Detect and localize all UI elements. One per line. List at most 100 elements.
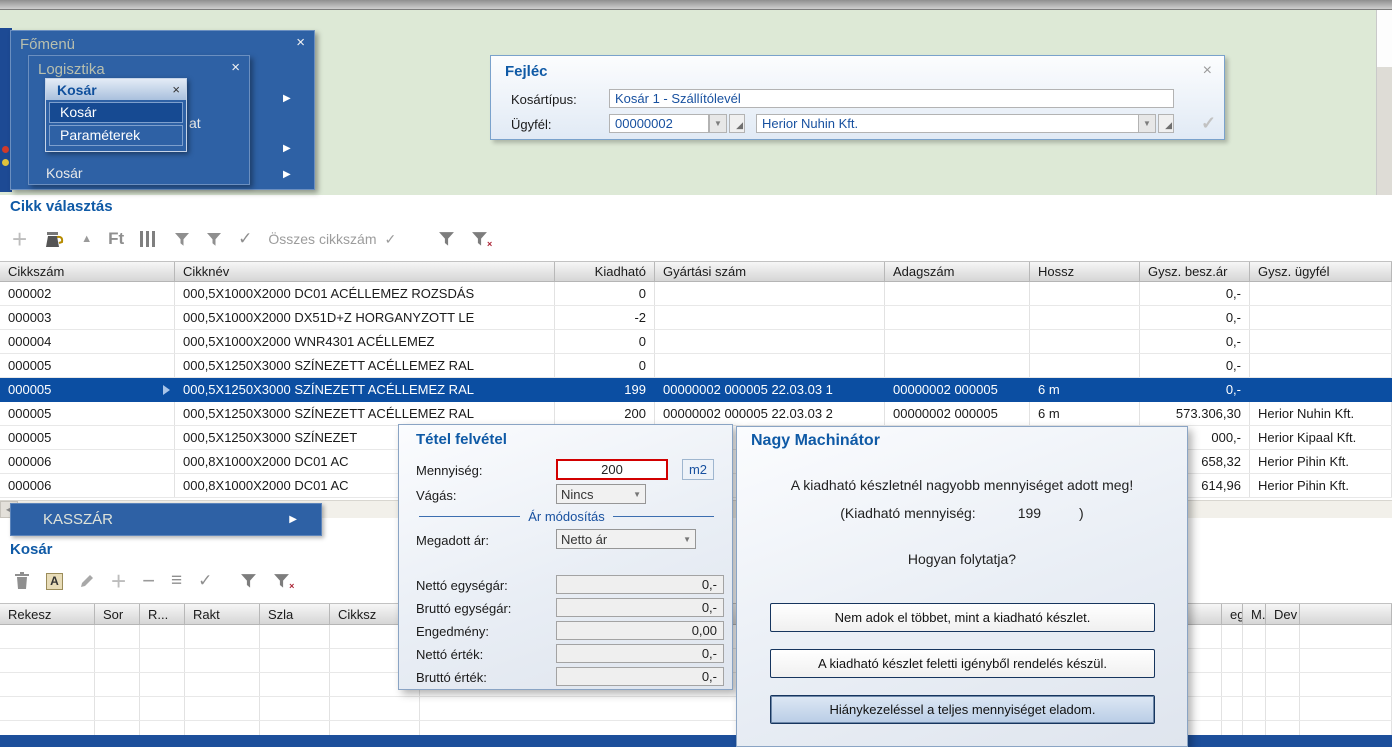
table-cell [885,330,1030,353]
add-item-icon[interactable]: + [12,224,27,255]
option-button-shortage-handling[interactable]: Hiánykezeléssel a teljes mennyiséget ela… [770,695,1155,724]
ugyfel-name-field[interactable]: Herior Nuhin Kft. [756,114,1156,133]
edit-pencil-icon[interactable] [79,573,95,589]
filter-clear-icon[interactable]: × [471,231,488,247]
table-cell [1243,649,1266,672]
jug-icon[interactable] [43,229,65,249]
column-header[interactable]: R... [140,604,185,624]
table-cell: 000,5X1250X3000 SZÍNEZETT ACÉLLEMEZ RAL [175,402,555,425]
table-cell [185,697,260,720]
table-cell [0,697,95,720]
option-button-no-oversell[interactable]: Nem adok el többet, mint a kiadható kész… [770,603,1155,632]
osszes-cikkszam-label[interactable]: Összes cikkszám [268,231,376,247]
table-cell [1266,697,1300,720]
list-icon[interactable]: ≡ [171,570,182,592]
confirm-check-icon[interactable]: ✓ [238,229,252,249]
table-cell: 000005 [0,378,175,401]
column-header[interactable]: Gyártási szám [655,262,885,281]
table-cell: 0 [555,282,655,305]
table-cell: 6 m [1030,378,1140,401]
column-header[interactable]: Adagszám [885,262,1030,281]
filter-icon[interactable] [174,232,190,247]
ugyfel-code-dropdown-button[interactable]: ▼ [709,114,727,133]
close-icon[interactable]: × [1203,62,1212,80]
brutto-ertek-value[interactable]: 0,- [556,667,724,686]
kosartipus-field[interactable]: Kosár 1 - Szállítólevél [609,89,1174,108]
table-cell [1222,625,1243,648]
column-header[interactable]: Dev [1266,604,1300,624]
corner-icon: ◢ [736,120,743,131]
ugyfel-code-field[interactable]: 00000002 [609,114,709,133]
column-header[interactable] [1300,604,1392,624]
filter-special-icon[interactable] [438,231,455,247]
ugyfel-name-lookup-button[interactable]: ◢ [1158,114,1174,133]
background-scrollbar[interactable] [1376,67,1392,195]
confirm-check-icon[interactable]: ✓ [198,571,212,591]
column-header[interactable]: eg [1222,604,1243,624]
forint-icon[interactable]: Ft [108,229,124,249]
sort-up-icon[interactable]: ▲ [81,233,92,245]
column-header[interactable]: M.e. [1243,604,1266,624]
table-cell [1300,673,1392,696]
megadott-ar-select[interactable]: Netto ár ▼ [556,529,696,549]
vagas-label: Vágás: [416,488,456,503]
menu-item-fragment[interactable]: at [189,115,201,131]
close-icon[interactable]: × [231,61,240,75]
vagas-select[interactable]: Nincs ▼ [556,484,646,504]
ugyfel-name-dropdown-button[interactable]: ▼ [1138,114,1156,133]
filter-clear-icon[interactable]: × [273,573,290,589]
engedmeny-value[interactable]: 0,00 [556,621,724,640]
column-header[interactable]: Kiadható [555,262,655,281]
column-header[interactable]: Cikknév [175,262,555,281]
table-cell: 000,5X1000X2000 WNR4301 ACÉLLEMEZ [175,330,555,353]
netto-egysegar-value[interactable]: 0,- [556,575,724,594]
brutto-egysegar-value[interactable]: 0,- [556,598,724,617]
kasszar-menu-item[interactable]: KASSZÁR ▶ [10,503,322,536]
remove-row-icon[interactable]: − [142,568,155,594]
confirm-check-icon[interactable]: ✓ [1201,113,1216,134]
kosar-submenu-title: Kosár [57,82,97,98]
cikk-table-header: CikkszámCikknévKiadhatóGyártási számAdag… [0,261,1392,282]
table-cell: Herior Pihin Kft. [1250,450,1392,473]
column-header[interactable]: Gysz. ügyfél [1250,262,1392,281]
close-icon[interactable]: × [172,82,180,97]
columns-icon[interactable] [140,231,158,247]
tetel-felvetel-dialog: Tétel felvétel Mennyiség: m2 Vágás: Ninc… [398,424,733,690]
column-header[interactable]: Szla [260,604,330,624]
table-row[interactable]: 000004000,5X1000X2000 WNR4301 ACÉLLEMEZ0… [0,330,1392,354]
column-header[interactable]: Rekesz [0,604,95,624]
red-dot-icon [2,146,9,153]
column-header[interactable]: Gysz. besz.ár [1140,262,1250,281]
table-cell: 000,5X1250X3000 SZÍNEZETT ACÉLLEMEZ RAL [175,354,555,377]
submenu-item-kosar[interactable]: Kosár [49,102,183,123]
table-cell [185,649,260,672]
table-row[interactable]: 000005000,5X1250X3000 SZÍNEZETT ACÉLLEME… [0,354,1392,378]
table-cell: 200 [555,402,655,425]
mennyiseg-input[interactable] [556,459,668,480]
filter-apply-icon[interactable] [206,232,222,247]
table-cell [1222,673,1243,696]
netto-ertek-value[interactable]: 0,- [556,644,724,663]
add-row-icon[interactable]: + [111,566,126,597]
autotext-icon[interactable]: A [46,573,63,590]
table-row[interactable]: 000005000,5X1250X3000 SZÍNEZETT ACÉLLEME… [0,402,1392,426]
column-header[interactable]: Sor [95,604,140,624]
column-header[interactable]: Cikkszám [0,262,175,281]
submenu-item-parameterek[interactable]: Paraméterek [49,125,183,146]
table-cell [1250,354,1392,377]
column-header[interactable]: Hossz [1030,262,1140,281]
trash-icon[interactable] [14,572,30,590]
check-icon: ✓ [385,231,397,248]
filter-special-icon[interactable] [240,573,257,589]
column-header[interactable]: Rakt [185,604,260,624]
table-row[interactable]: 000002000,5X1000X2000 DC01 ACÉLLEMEZ ROZ… [0,282,1392,306]
window-titlebar [0,0,1392,10]
cikk-toolbar: + ▲ Ft ✓ Összes cikkszám ✓ × [12,224,488,254]
table-row[interactable]: 000003000,5X1000X2000 DX51D+Z HORGANYZOT… [0,306,1392,330]
table-cell [1266,649,1300,672]
ugyfel-code-lookup-button[interactable]: ◢ [729,114,745,133]
option-button-create-order[interactable]: A kiadható készlet feletti igényből rend… [770,649,1155,678]
menu-item-kosar[interactable]: Kosár [29,162,249,184]
close-icon[interactable]: × [296,36,305,50]
table-row[interactable]: 000005000,5X1250X3000 SZÍNEZETT ACÉLLEME… [0,378,1392,402]
